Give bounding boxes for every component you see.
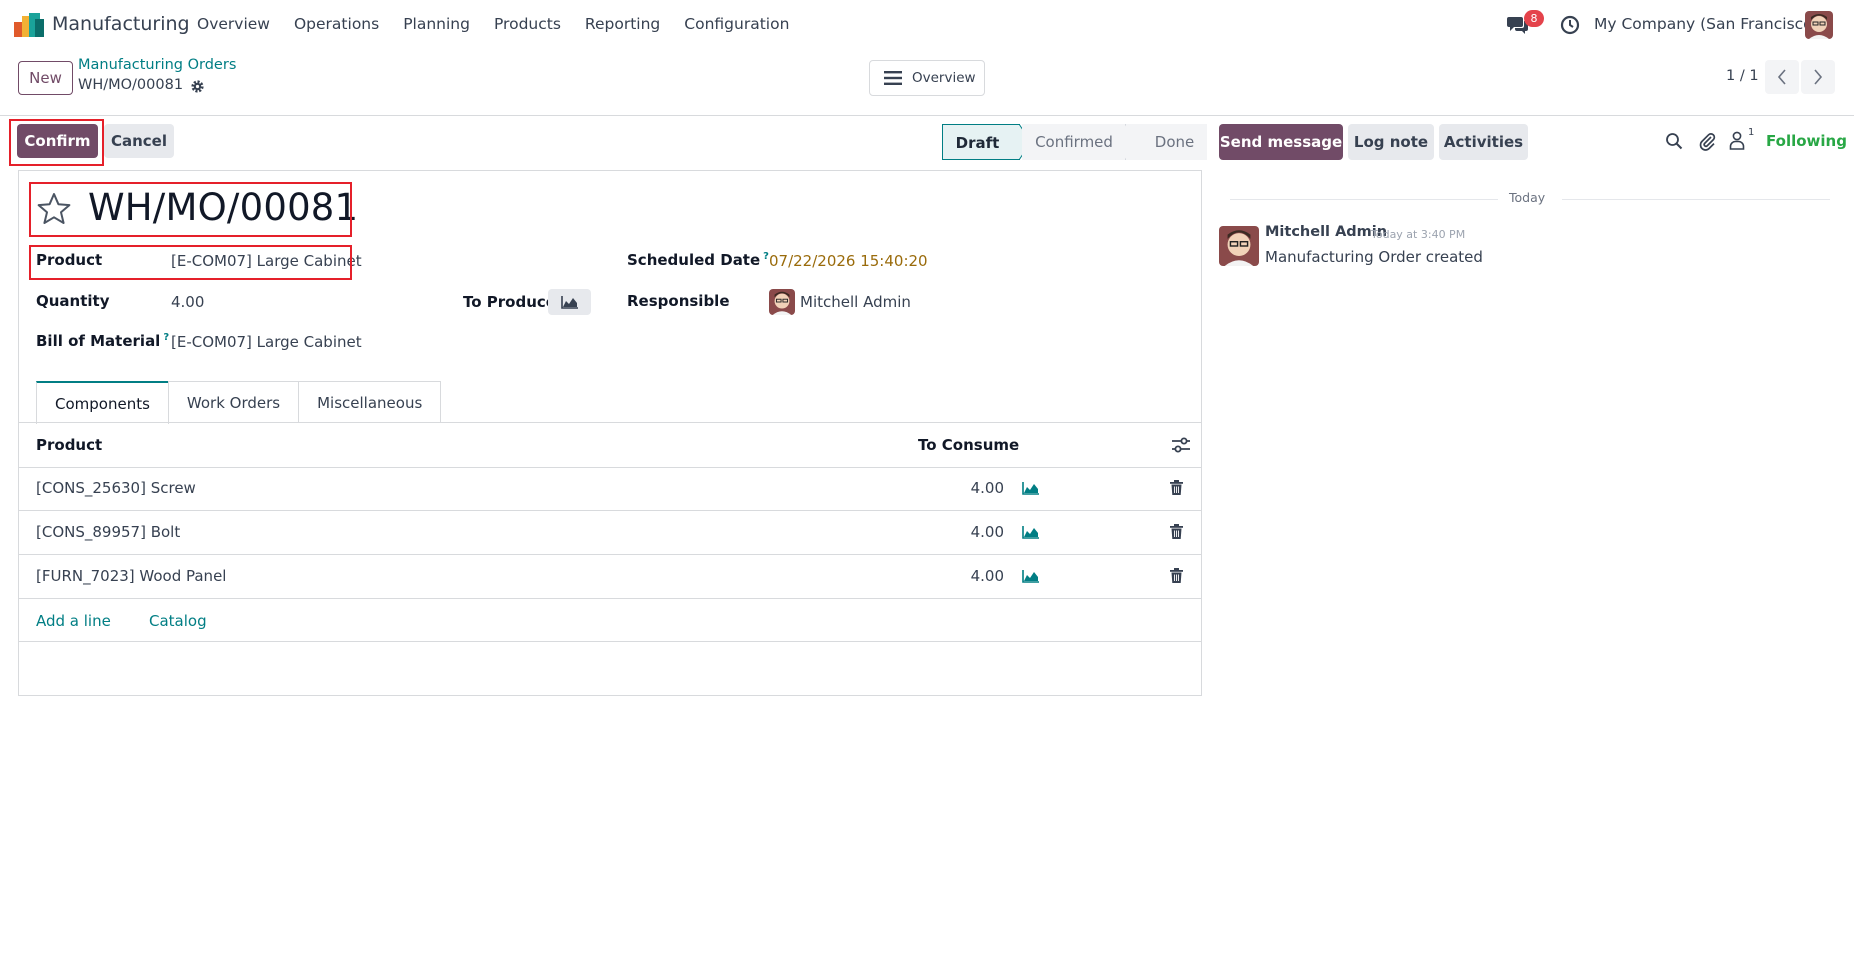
paperclip-icon[interactable] [1698, 131, 1716, 151]
forecast-chart-icon[interactable] [1022, 525, 1040, 539]
component-to-consume[interactable]: 4.00 [924, 523, 1004, 541]
component-product[interactable]: [CONS_89957] Bolt [36, 523, 180, 541]
scheduled-date-field[interactable]: 07/22/2026 15:40:20 [769, 252, 928, 270]
top-navbar: Manufacturing Overview Operations Planni… [0, 0, 1854, 50]
optional-columns-icon[interactable] [1171, 436, 1191, 454]
bom-label: Bill of Material? [36, 332, 170, 350]
search-icon[interactable] [1665, 132, 1683, 150]
area-chart-icon [560, 296, 578, 309]
cancel-button[interactable]: Cancel [104, 124, 174, 158]
tab-miscellaneous[interactable]: Miscellaneous [298, 381, 442, 423]
message-body: Manufacturing Order created [1265, 248, 1483, 266]
trash-icon[interactable] [1170, 568, 1183, 583]
scheduled-date-label: Scheduled Date? [627, 251, 769, 269]
menu-reporting[interactable]: Reporting [585, 15, 660, 33]
manufacturing-app-icon[interactable] [14, 13, 44, 37]
menu-planning[interactable]: Planning [403, 15, 470, 33]
followers-icon[interactable] [1729, 131, 1745, 150]
menu-overview[interactable]: Overview [197, 15, 270, 33]
highlight-title [29, 182, 352, 237]
tabs-divider [18, 422, 1202, 423]
add-line-link[interactable]: Add a line [36, 612, 111, 630]
date-separator-line [1230, 199, 1498, 200]
main-menu: Overview Operations Planning Products Re… [197, 15, 813, 33]
author-avatar[interactable] [1219, 226, 1259, 266]
company-switcher[interactable]: My Company (San Francisco) [1594, 15, 1819, 33]
menu-products[interactable]: Products [494, 15, 561, 33]
notebook-tabs: Components Work Orders Miscellaneous [36, 381, 442, 424]
responsible-field[interactable]: Mitchell Admin [800, 293, 911, 311]
quantity-field[interactable]: 4.00 [171, 293, 204, 311]
menu-operations[interactable]: Operations [294, 15, 379, 33]
chevron-left-icon [1777, 69, 1786, 85]
overview-button[interactable]: Overview [869, 60, 985, 96]
pager-value[interactable]: 1 / 1 [1726, 68, 1759, 84]
tab-work-orders[interactable]: Work Orders [167, 381, 300, 423]
component-to-consume[interactable]: 4.00 [924, 479, 1004, 497]
send-message-button[interactable]: Send message [1219, 124, 1343, 160]
overview-label: Overview [912, 70, 976, 86]
activity-clock-icon[interactable] [1560, 15, 1580, 35]
component-product[interactable]: [FURN_7023] Wood Panel [36, 567, 226, 585]
message-author[interactable]: Mitchell Admin [1265, 224, 1387, 240]
status-confirmed[interactable]: Confirmed [1022, 124, 1126, 160]
responsible-label: Responsible [627, 292, 730, 310]
status-draft[interactable]: Draft [942, 124, 1020, 160]
forecast-report-button[interactable] [548, 289, 591, 315]
date-separator-line [1562, 199, 1830, 200]
column-header-product[interactable]: Product [36, 436, 102, 454]
component-to-consume[interactable]: 4.00 [924, 567, 1004, 585]
pager-next-button[interactable] [1801, 60, 1835, 94]
table-row-divider [18, 554, 1202, 555]
status-done[interactable]: Done [1126, 124, 1207, 160]
log-note-button[interactable]: Log note [1348, 124, 1434, 160]
following-button[interactable]: Following [1766, 132, 1847, 150]
to-produce-label: To Produce [463, 293, 556, 311]
gear-icon[interactable] [190, 79, 205, 94]
chevron-right-icon [1814, 69, 1823, 85]
new-button[interactable]: New [18, 61, 73, 95]
activities-button[interactable]: Activities [1439, 124, 1528, 160]
breadcrumb-current: WH/MO/00081 [78, 77, 184, 93]
messages-badge: 8 [1524, 10, 1544, 27]
control-panel: New Manufacturing Orders WH/MO/00081 Ove… [0, 50, 1854, 116]
bom-field[interactable]: [E-COM07] Large Cabinet [171, 333, 362, 351]
table-divider [18, 467, 1202, 468]
component-product[interactable]: [CONS_25630] Screw [36, 479, 196, 497]
menu-configuration[interactable]: Configuration [684, 15, 789, 33]
responsible-avatar [769, 289, 795, 315]
forecast-chart-icon[interactable] [1022, 569, 1040, 583]
user-avatar[interactable] [1805, 11, 1833, 39]
date-separator-label: Today [1509, 190, 1546, 205]
column-header-to-consume[interactable]: To Consume [918, 436, 1019, 454]
catalog-link[interactable]: Catalog [149, 612, 207, 630]
table-row-divider [18, 510, 1202, 511]
followers-count: 1 [1748, 127, 1755, 138]
help-tooltip-icon[interactable]: ? [163, 332, 169, 343]
app-name[interactable]: Manufacturing [52, 13, 190, 35]
table-footer-divider [18, 641, 1202, 642]
hamburger-icon [884, 71, 902, 85]
highlight-confirm [9, 119, 104, 166]
table-row-divider [18, 598, 1202, 599]
message-date: Today at 3:40 PM [1371, 228, 1466, 241]
trash-icon[interactable] [1170, 480, 1183, 495]
quantity-label: Quantity [36, 292, 110, 310]
pager-previous-button[interactable] [1765, 60, 1799, 94]
highlight-product [29, 245, 352, 280]
breadcrumb-manufacturing-orders[interactable]: Manufacturing Orders [78, 57, 236, 73]
forecast-chart-icon[interactable] [1022, 481, 1040, 495]
tab-components[interactable]: Components [36, 381, 169, 424]
trash-icon[interactable] [1170, 524, 1183, 539]
